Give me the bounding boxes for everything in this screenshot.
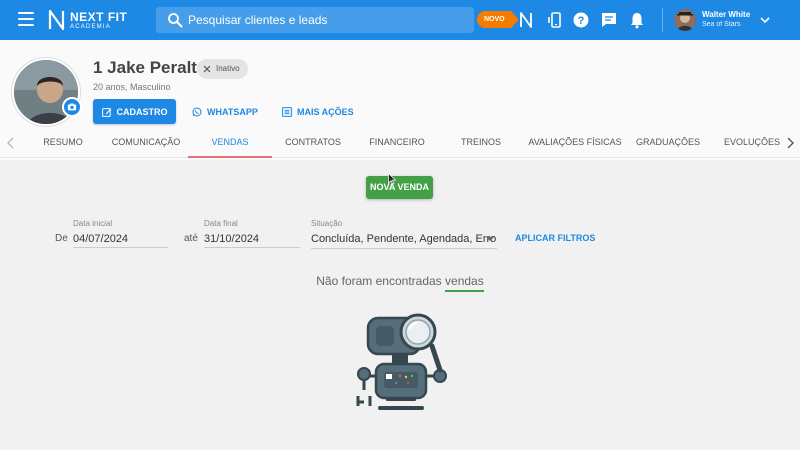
status-chip[interactable]: Inativo [197, 59, 248, 79]
cadastro-button[interactable]: CADASTRO [93, 99, 176, 124]
search-input[interactable] [188, 7, 468, 33]
search-bar[interactable] [156, 7, 474, 33]
tab-comunicacao[interactable]: COMUNICAÇÃO [110, 128, 182, 158]
camera-icon [67, 103, 77, 111]
data-inicial-input[interactable] [73, 230, 168, 248]
client-name: 1 Jake Peralta [93, 58, 207, 77]
robot-searching-illustration [356, 313, 447, 410]
empty-state-prefix: Não foram encontradas [316, 274, 446, 288]
nextfit-n-icon[interactable] [517, 11, 535, 29]
mais-acoes-button[interactable]: MAIS AÇÕES [282, 99, 354, 124]
cadastro-label: CADASTRO [116, 106, 168, 117]
chevron-right-icon[interactable] [784, 136, 796, 150]
data-inicial-label: Data inicial [73, 219, 113, 228]
search-icon [168, 13, 183, 28]
client-tabs: RESUMO COMUNICAÇÃO VENDAS CONTRATOS FINA… [0, 128, 800, 158]
chevron-left-icon[interactable] [5, 136, 17, 150]
tab-contratos[interactable]: CONTRATOS [284, 128, 342, 158]
novo-badge[interactable]: NOVO [477, 11, 519, 28]
tab-avaliacoes-fisicas[interactable]: AVALIAÇÕES FÍSICAS [528, 128, 622, 158]
toolbar-divider [662, 8, 663, 32]
mobile-device-icon[interactable] [546, 11, 564, 29]
user-organization[interactable]: Sea of Stars [702, 21, 741, 28]
next-fit-logo-icon [48, 10, 65, 30]
client-age-gender: 20 anos, Masculino [93, 82, 171, 92]
status-label: Inativo [216, 64, 240, 73]
mais-acoes-label: MAIS AÇÕES [297, 106, 354, 117]
tab-graduacoes[interactable]: GRADUAÇÕES [636, 128, 700, 158]
tab-evolucoes[interactable]: EVOLUÇÕES [724, 128, 780, 158]
situacao-selected-value: Concluída, Pendente, Agendada, Erro [311, 233, 497, 245]
svg-text:?: ? [578, 15, 585, 27]
tab-resumo[interactable]: RESUMO [40, 128, 86, 158]
logo-title: NEXT FIT [70, 9, 128, 24]
data-final-label: Data final [204, 219, 238, 228]
user-name[interactable]: Walter White [702, 10, 750, 19]
notification-bell-icon[interactable] [628, 11, 646, 29]
user-avatar[interactable] [674, 9, 696, 31]
aplicar-filtros-button[interactable]: APLICAR FILTROS [515, 233, 595, 243]
nova-venda-button[interactable]: NOVA VENDA [366, 176, 433, 199]
logo-subtitle: ACADEMIA [70, 23, 111, 30]
chevron-down-icon[interactable] [759, 14, 771, 26]
data-final-input[interactable] [204, 230, 300, 248]
date-from-prefix: De [55, 233, 68, 244]
chat-icon[interactable] [600, 11, 618, 29]
empty-state-message: Não foram encontradas vendas [0, 274, 800, 292]
tab-treinos[interactable]: TREINOS [456, 128, 506, 158]
tab-financeiro[interactable]: FINANCEIRO [366, 128, 428, 158]
mouse-cursor-icon [388, 173, 396, 185]
menu-icon[interactable] [18, 12, 34, 26]
edit-icon [101, 107, 111, 117]
user-avatar-image [674, 9, 696, 31]
list-icon [282, 106, 292, 117]
empty-state-highlight: vendas [445, 274, 484, 292]
app-logo[interactable]: NEXT FIT ACADEMIA [48, 9, 127, 31]
whatsapp-icon [192, 107, 202, 116]
top-bar: NEXT FIT ACADEMIA NOVO ? [0, 0, 800, 40]
close-icon [203, 65, 211, 73]
change-photo-button[interactable] [62, 97, 82, 117]
help-icon[interactable]: ? [572, 11, 590, 29]
situacao-select[interactable]: Concluída, Pendente, Agendada, Erro [311, 231, 497, 249]
dropdown-caret-icon [486, 237, 494, 241]
whatsapp-button[interactable]: WHATSAPP [192, 99, 258, 124]
situacao-label: Situação [311, 219, 343, 228]
whatsapp-label: WHATSAPP [207, 106, 258, 117]
tab-vendas[interactable]: VENDAS [188, 128, 272, 158]
date-to-prefix: até [184, 233, 198, 244]
